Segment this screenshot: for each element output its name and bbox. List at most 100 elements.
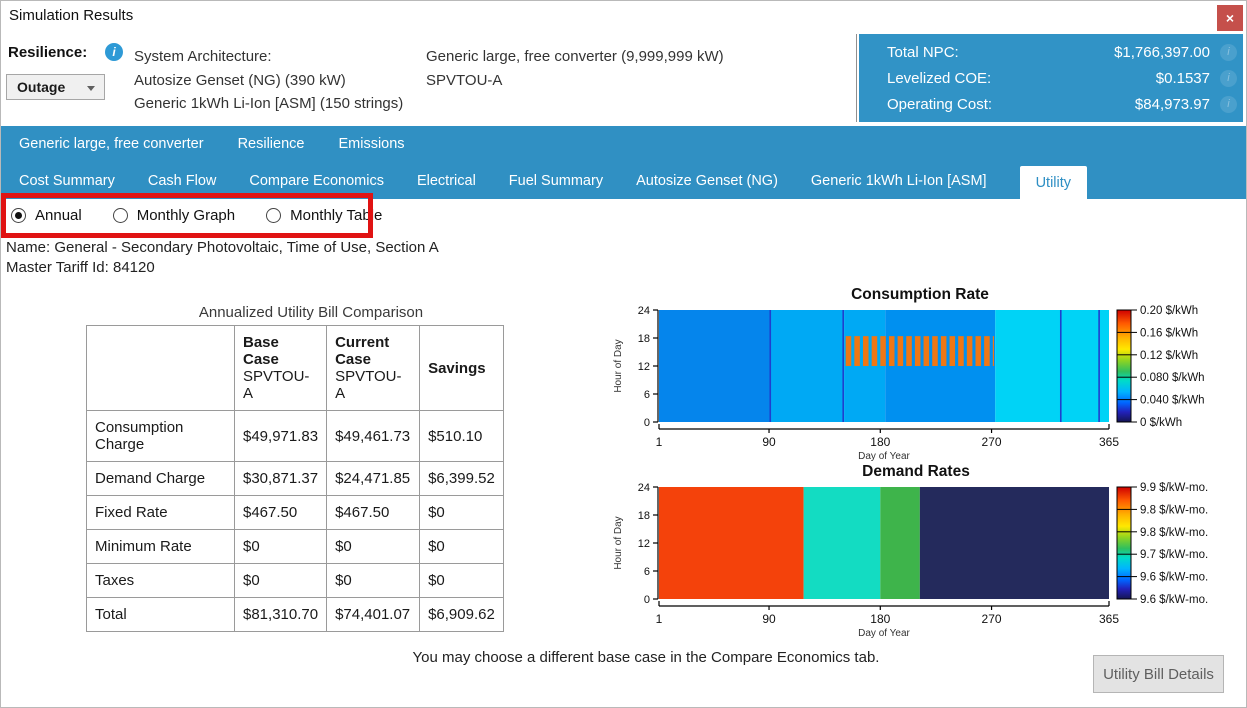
svg-text:270: 270 xyxy=(982,435,1002,449)
svg-text:Hour of Day: Hour of Day xyxy=(613,516,624,569)
table-header-row: Base Case SPVTOU-A Current Case SPVTOU-A… xyxy=(87,326,504,411)
outage-dropdown-value: Outage xyxy=(17,79,65,95)
metric-levelized-coe: Levelized COE: $0.1537 i xyxy=(887,65,1237,91)
svg-text:9.6 $/kW-mo.: 9.6 $/kW-mo. xyxy=(1140,572,1208,584)
svg-text:365: 365 xyxy=(1099,612,1119,626)
tab-generic-large-free-converter[interactable]: Generic large, free converter xyxy=(19,136,204,152)
header-current-case: Current Case SPVTOU-A xyxy=(327,326,420,411)
svg-text:24: 24 xyxy=(638,482,650,494)
tariff-master-id-line: Master Tariff Id: 84120 xyxy=(6,259,155,276)
tab-cash-flow[interactable]: Cash Flow xyxy=(148,162,217,199)
svg-text:0.20 $/kWh: 0.20 $/kWh xyxy=(1140,305,1198,317)
bill-comparison-table: Base Case SPVTOU-A Current Case SPVTOU-A… xyxy=(86,325,504,632)
svg-text:18: 18 xyxy=(638,510,650,522)
system-architecture-genset: Autosize Genset (NG) (390 kW) xyxy=(134,69,403,93)
svg-text:180: 180 xyxy=(870,435,890,449)
svg-text:0: 0 xyxy=(644,417,650,429)
results-tab-bar: Generic large, free converter Resilience… xyxy=(1,126,1246,199)
simulation-results-window: Simulation Results × Resilience: i Outag… xyxy=(0,0,1247,708)
system-architecture-converter: Generic large, free converter (9,999,999… xyxy=(426,45,724,69)
radio-monthly-graph-label[interactable]: Monthly Graph xyxy=(137,207,235,224)
chevron-down-icon xyxy=(87,86,95,91)
tariff-name-line: Name: General - Secondary Photovoltaic, … xyxy=(6,239,439,256)
outage-dropdown[interactable]: Outage xyxy=(6,74,105,100)
svg-text:Consumption Rate: Consumption Rate xyxy=(851,286,989,303)
table-row: Consumption Charge $49,971.83 $49,461.73… xyxy=(87,411,504,462)
radio-annual-label[interactable]: Annual xyxy=(35,207,82,224)
metric-label: Levelized COE: xyxy=(887,70,991,87)
svg-text:0.12 $/kWh: 0.12 $/kWh xyxy=(1140,350,1198,362)
tab-fuel-summary[interactable]: Fuel Summary xyxy=(509,162,603,199)
info-icon[interactable]: i xyxy=(1220,70,1237,87)
svg-text:1: 1 xyxy=(656,612,663,626)
system-architecture-tariff: SPVTOU-A xyxy=(426,69,724,93)
table-row: Total $81,310.70 $74,401.07 $6,909.62 xyxy=(87,598,504,632)
tab-compare-economics[interactable]: Compare Economics xyxy=(249,162,384,199)
svg-text:Demand Rates: Demand Rates xyxy=(862,463,970,480)
svg-text:9.9 $/kW-mo.: 9.9 $/kW-mo. xyxy=(1140,482,1208,494)
svg-text:180: 180 xyxy=(870,612,890,626)
svg-text:90: 90 xyxy=(762,435,776,449)
tab-cost-summary[interactable]: Cost Summary xyxy=(19,162,115,199)
tab-generic-1kwh-li-ion[interactable]: Generic 1kWh Li-Ion [ASM] xyxy=(811,162,987,199)
table-row: Minimum Rate $0 $0 $0 xyxy=(87,530,504,564)
svg-text:18: 18 xyxy=(638,333,650,345)
metric-value: $84,973.97 xyxy=(992,96,1210,113)
svg-text:365: 365 xyxy=(1099,435,1119,449)
close-button[interactable]: × xyxy=(1217,5,1243,31)
tab-emissions[interactable]: Emissions xyxy=(338,136,404,152)
svg-text:9.7 $/kW-mo.: 9.7 $/kW-mo. xyxy=(1140,549,1208,561)
tab-resilience[interactable]: Resilience xyxy=(238,136,305,152)
tab-electrical[interactable]: Electrical xyxy=(417,162,476,199)
svg-text:Hour of Day: Hour of Day xyxy=(613,339,624,392)
consumption-rate-chart: Consumption Rate06121824Hour of Day19018… xyxy=(601,282,1247,474)
svg-text:12: 12 xyxy=(638,538,650,550)
metric-value: $0.1537 xyxy=(991,70,1210,87)
svg-text:0.16 $/kWh: 0.16 $/kWh xyxy=(1140,327,1198,339)
radio-monthly-table-label[interactable]: Monthly Table xyxy=(290,207,382,224)
utility-bill-details-button[interactable]: Utility Bill Details xyxy=(1093,655,1224,693)
info-icon[interactable]: i xyxy=(105,43,123,61)
base-case-note: You may choose a different base case in … xyxy=(41,649,1247,666)
resilience-label: Resilience: xyxy=(8,44,87,61)
radio-annual[interactable] xyxy=(11,208,26,223)
metrics-panel: Total NPC: $1,766,397.00 i Levelized COE… xyxy=(859,34,1243,122)
close-icon: × xyxy=(1226,10,1234,26)
window-title: Simulation Results xyxy=(9,7,133,24)
header-empty-cell xyxy=(87,326,235,411)
svg-text:9.8 $/kW-mo.: 9.8 $/kW-mo. xyxy=(1140,504,1208,516)
metric-label: Total NPC: xyxy=(887,44,959,61)
svg-text:12: 12 xyxy=(638,361,650,373)
radio-monthly-graph[interactable] xyxy=(113,208,128,223)
tab-utility-active[interactable]: Utility xyxy=(1020,166,1087,199)
metric-operating-cost: Operating Cost: $84,973.97 i xyxy=(887,91,1237,117)
svg-text:9.6 $/kW-mo.: 9.6 $/kW-mo. xyxy=(1140,594,1208,606)
system-architecture-heading: System Architecture: xyxy=(134,45,403,69)
info-icon[interactable]: i xyxy=(1220,44,1237,61)
svg-text:6: 6 xyxy=(644,566,650,578)
svg-text:270: 270 xyxy=(982,612,1002,626)
demand-rates-chart: Demand Rates06121824Hour of Day190180270… xyxy=(601,457,1247,649)
svg-text:0.040 $/kWh: 0.040 $/kWh xyxy=(1140,395,1205,407)
system-architecture-column-1: System Architecture: Autosize Genset (NG… xyxy=(134,45,403,116)
view-option-radio-group: Annual Monthly Graph Monthly Table xyxy=(11,207,382,224)
svg-text:0 $/kWh: 0 $/kWh xyxy=(1140,417,1182,429)
metric-label: Operating Cost: xyxy=(887,96,992,113)
info-icon[interactable]: i xyxy=(1220,96,1237,113)
metric-total-npc: Total NPC: $1,766,397.00 i xyxy=(887,39,1237,65)
radio-monthly-table[interactable] xyxy=(266,208,281,223)
metrics-panel-divider xyxy=(856,34,857,122)
svg-text:Day of Year: Day of Year xyxy=(858,628,910,639)
header-base-case: Base Case SPVTOU-A xyxy=(235,326,327,411)
svg-text:90: 90 xyxy=(762,612,776,626)
tab-autosize-genset[interactable]: Autosize Genset (NG) xyxy=(636,162,778,199)
table-row: Taxes $0 $0 $0 xyxy=(87,564,504,598)
svg-text:24: 24 xyxy=(638,305,650,317)
metric-value: $1,766,397.00 xyxy=(959,44,1210,61)
table-row: Demand Charge $30,871.37 $24,471.85 $6,3… xyxy=(87,462,504,496)
svg-text:1: 1 xyxy=(656,435,663,449)
table-row: Fixed Rate $467.50 $467.50 $0 xyxy=(87,496,504,530)
svg-text:0.080 $/kWh: 0.080 $/kWh xyxy=(1140,372,1205,384)
bill-comparison-title: Annualized Utility Bill Comparison xyxy=(86,304,536,321)
system-architecture-battery: Generic 1kWh Li-Ion [ASM] (150 strings) xyxy=(134,92,403,116)
